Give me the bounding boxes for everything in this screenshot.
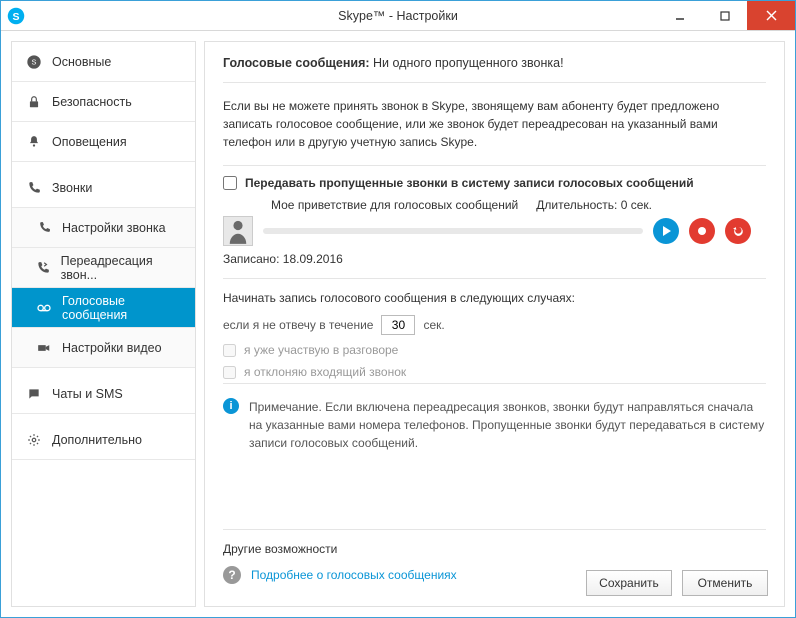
- maximize-button[interactable]: [702, 1, 747, 30]
- cond2-checkbox[interactable]: [223, 344, 236, 357]
- forward-icon: [36, 260, 51, 276]
- recorded-text: Записано: 18.09.2016: [223, 246, 766, 279]
- camera-icon: [36, 340, 52, 356]
- sidebar-item-label: Дополнительно: [52, 433, 142, 447]
- cond1-prefix: если я не отвечу в течение: [223, 318, 373, 332]
- sidebar-item-label: Чаты и SMS: [52, 387, 123, 401]
- sidebar-item-label: Основные: [52, 55, 111, 69]
- greeting-label: Мое приветствие для голосовых сообщений: [271, 198, 518, 212]
- window-controls: [657, 1, 795, 30]
- cond1-seconds-input[interactable]: [381, 315, 415, 335]
- sidebar-item-calls[interactable]: Звонки: [12, 168, 195, 208]
- sidebar-item-label: Переадресация звон...: [61, 254, 181, 282]
- info-icon: i: [223, 398, 239, 414]
- settings-window: S Skype™ - Настройки S Основные Безопасн…: [0, 0, 796, 618]
- cond2-label: я уже участвую в разговоре: [244, 343, 398, 357]
- note-text: Примечание. Если включена переадресация …: [249, 398, 766, 452]
- cancel-button[interactable]: Отменить: [682, 570, 768, 596]
- progress-bar[interactable]: [263, 228, 643, 234]
- start-recording-label: Начинать запись голосового сообщения в с…: [223, 279, 766, 311]
- gear-icon: [26, 432, 42, 448]
- sidebar-item-label: Безопасность: [52, 95, 132, 109]
- help-icon: ?: [223, 566, 241, 584]
- voicemail-help-link[interactable]: Подробнее о голосовых сообщениях: [251, 568, 457, 582]
- minimize-button[interactable]: [657, 1, 702, 30]
- skype-icon: S: [7, 7, 25, 25]
- note-box: i Примечание. Если включена переадресаци…: [223, 383, 766, 466]
- svg-text:S: S: [12, 10, 19, 22]
- cond-in-call-row: я уже участвую в разговоре: [223, 339, 766, 361]
- sidebar-item-chats-sms[interactable]: Чаты и SMS: [12, 374, 195, 414]
- footer-buttons: Сохранить Отменить: [586, 570, 768, 596]
- player-row: [223, 216, 766, 246]
- titlebar[interactable]: S Skype™ - Настройки: [1, 1, 795, 31]
- intro-text: Если вы не можете принять звонок в Skype…: [223, 83, 766, 166]
- body: S Основные Безопасность Оповещения Звонк…: [1, 31, 795, 617]
- reset-button[interactable]: [725, 218, 751, 244]
- sidebar-item-general[interactable]: S Основные: [12, 42, 195, 82]
- forward-check-label: Передавать пропущенные звонки в систему …: [245, 176, 694, 190]
- sidebar-item-label: Голосовые сообщения: [62, 294, 181, 322]
- sidebar: S Основные Безопасность Оповещения Звонк…: [11, 41, 196, 607]
- lock-icon: [26, 94, 42, 110]
- sidebar-item-call-settings[interactable]: Настройки звонка: [12, 208, 195, 248]
- voicemail-icon: [36, 300, 52, 316]
- cond-noanswer-row: если я не отвечу в течение сек.: [223, 311, 766, 339]
- play-button[interactable]: [653, 218, 679, 244]
- cond1-suffix: сек.: [423, 318, 444, 332]
- chat-icon: [26, 386, 42, 402]
- sidebar-item-notifications[interactable]: Оповещения: [12, 122, 195, 162]
- sidebar-item-label: Настройки звонка: [62, 221, 166, 235]
- phone-icon: [26, 180, 42, 196]
- forward-check-row: Передавать пропущенные звонки в систему …: [223, 166, 766, 198]
- cond3-label: я отклоняю входящий звонок: [244, 365, 406, 379]
- sidebar-item-voicemail[interactable]: Голосовые сообщения: [12, 288, 195, 328]
- phone-icon: [36, 220, 52, 236]
- sidebar-item-advanced[interactable]: Дополнительно: [12, 420, 195, 460]
- skype-s-icon: S: [26, 54, 42, 70]
- sidebar-item-security[interactable]: Безопасность: [12, 82, 195, 122]
- sidebar-item-label: Звонки: [52, 181, 92, 195]
- panel-header: Голосовые сообщения: Ни одного пропущенн…: [223, 52, 766, 83]
- sidebar-item-label: Настройки видео: [62, 341, 162, 355]
- header-suffix: Ни одного пропущенного звонка!: [370, 56, 564, 70]
- save-button[interactable]: Сохранить: [586, 570, 672, 596]
- greeting-block: Мое приветствие для голосовых сообщений …: [223, 198, 766, 279]
- sidebar-item-label: Оповещения: [52, 135, 127, 149]
- greeting-duration: Длительность: 0 сек.: [536, 198, 652, 212]
- svg-text:S: S: [32, 57, 37, 66]
- cond-decline-row: я отклоняю входящий звонок: [223, 361, 766, 383]
- other-label: Другие возможности: [223, 542, 766, 556]
- cond3-checkbox[interactable]: [223, 366, 236, 379]
- sidebar-item-call-forwarding[interactable]: Переадресация звон...: [12, 248, 195, 288]
- sidebar-item-video-settings[interactable]: Настройки видео: [12, 328, 195, 368]
- avatar: [223, 216, 253, 246]
- bell-icon: [26, 134, 42, 150]
- record-button[interactable]: [689, 218, 715, 244]
- close-button[interactable]: [747, 1, 795, 30]
- content-panel: Голосовые сообщения: Ни одного пропущенн…: [204, 41, 785, 607]
- forward-checkbox[interactable]: [223, 176, 237, 190]
- header-prefix: Голосовые сообщения:: [223, 56, 370, 70]
